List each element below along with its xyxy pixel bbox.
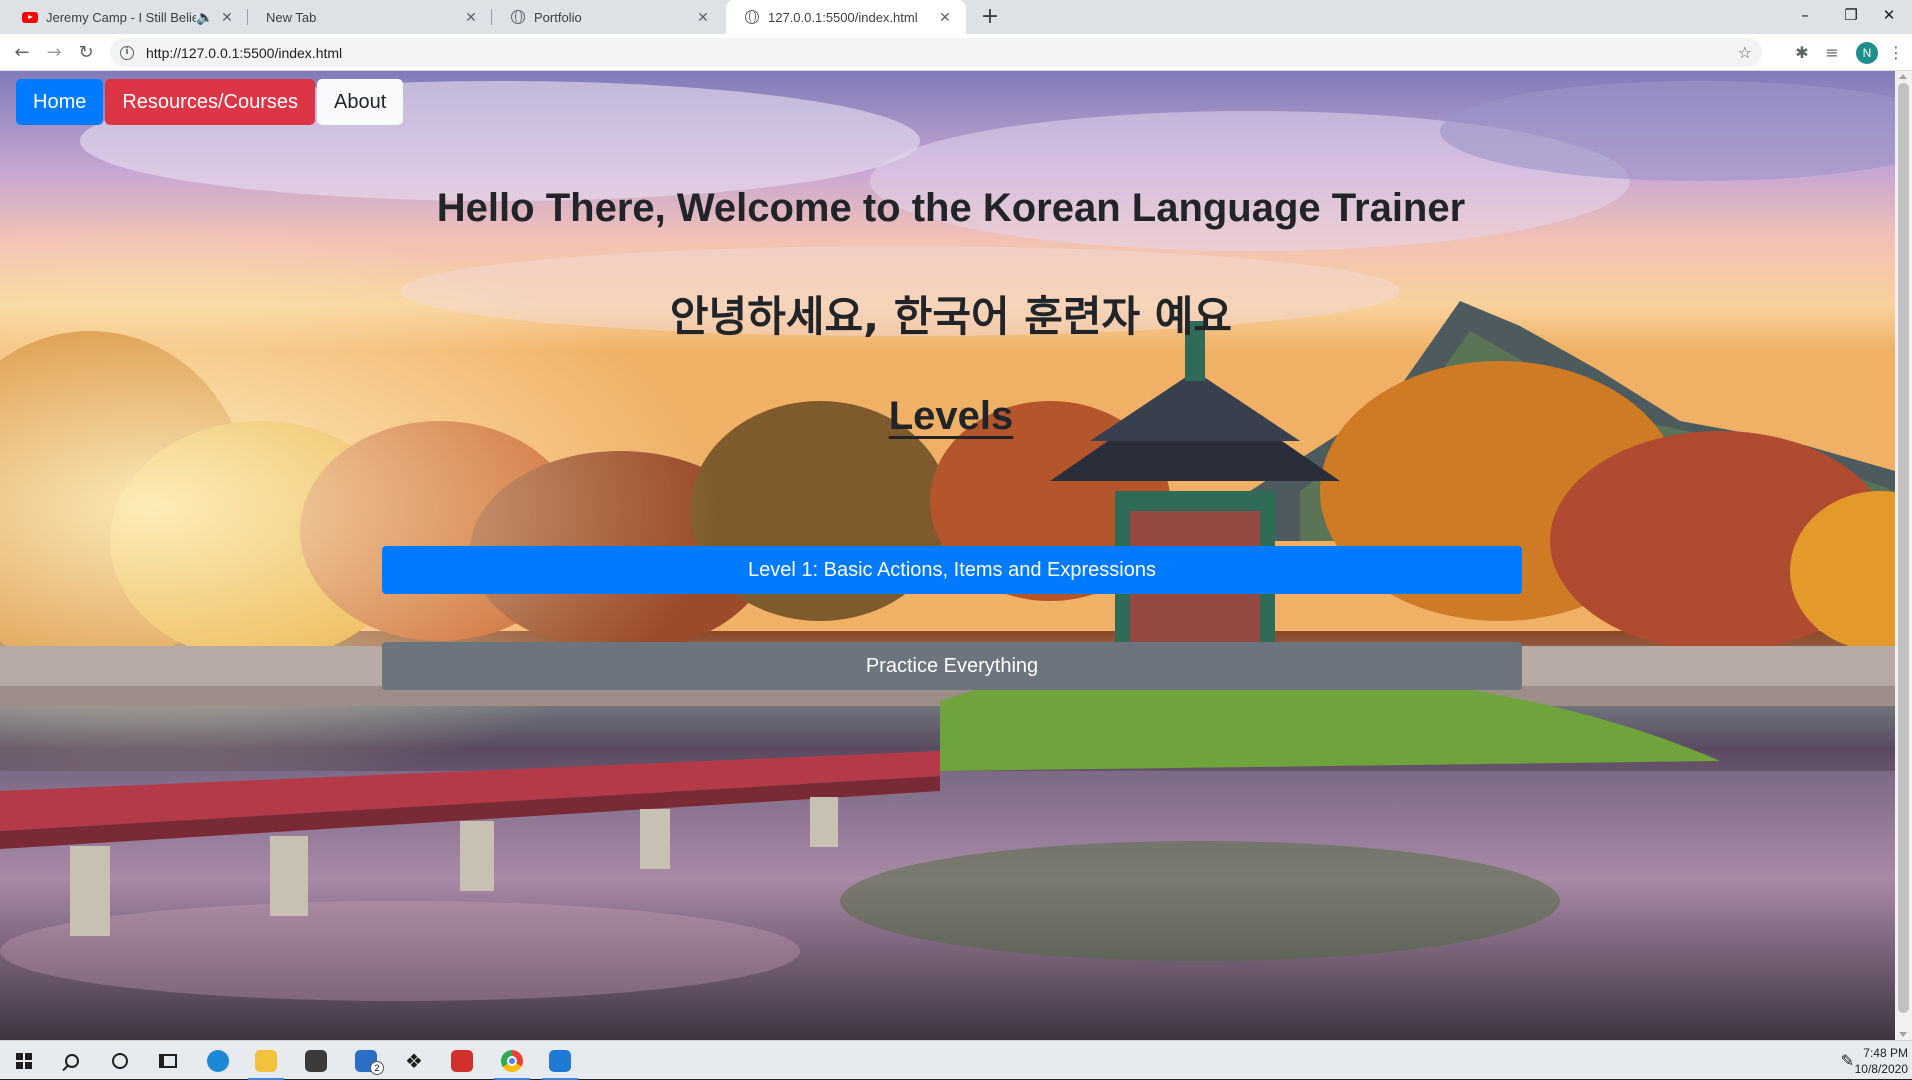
home-button[interactable]: Home [16, 79, 104, 125]
slides-app-icon[interactable] [438, 1041, 486, 1080]
media-queue-icon[interactable]: ≡ [1822, 43, 1842, 63]
youtube-icon [22, 9, 38, 25]
forward-arrow-icon[interactable]: → [40, 39, 68, 67]
resources-courses-button[interactable]: Resources/Courses [105, 79, 315, 125]
tab-title: Portfolio [534, 9, 582, 25]
mail-icon[interactable]: 2 [342, 1041, 390, 1080]
clock-time: 7:48 PM [1863, 1046, 1908, 1060]
tab-close-icon[interactable]: ✕ [462, 9, 480, 26]
reload-icon[interactable]: ↻ [72, 39, 100, 67]
globe-icon [510, 9, 526, 25]
vscode-icon[interactable] [536, 1041, 584, 1080]
search-icon[interactable] [48, 1041, 96, 1080]
tab-close-icon[interactable]: ✕ [936, 9, 954, 26]
dropbox-icon[interactable]: ❖ [390, 1041, 438, 1080]
tab-title: 127.0.0.1:5500/index.html [768, 9, 918, 25]
tab-title: New Tab [266, 9, 317, 25]
pen-icon[interactable]: ✎ [1841, 1051, 1854, 1070]
menu-kebab-icon[interactable]: ⋮ [1886, 43, 1906, 63]
level-1-button[interactable]: Level 1: Basic Actions, Items and Expres… [382, 546, 1522, 594]
browser-toolbar: ← → ↻ i http://127.0.0.1:5500/index.html… [0, 34, 1912, 71]
page-title: Hello There, Welcome to the Korean Langu… [436, 186, 1466, 230]
browser-tabstrip: Jeremy Camp - I Still Believe 🔈 ✕ New Ta… [0, 0, 1912, 34]
practice-everything-button[interactable]: Practice Everything [382, 642, 1522, 690]
back-arrow-icon[interactable]: ← [8, 39, 36, 67]
bookmark-star-icon[interactable]: ☆ [1738, 43, 1752, 62]
tab-close-icon[interactable]: ✕ [694, 9, 712, 26]
system-clock[interactable]: 7:48 PM 10/8/2020 [1855, 1045, 1908, 1077]
tab-close-icon[interactable]: ✕ [218, 9, 236, 26]
korean-heading: 안녕하세요, 한국어 훈련자 예요 [669, 292, 1233, 341]
chrome-icon[interactable] [488, 1041, 536, 1080]
levels-heading: Levels [888, 394, 1014, 438]
site-info-icon[interactable]: i [120, 45, 134, 60]
url-text[interactable]: http://127.0.0.1:5500/index.html [146, 45, 342, 61]
new-tab-button[interactable]: + [976, 3, 1004, 31]
profile-avatar[interactable]: N [1856, 42, 1878, 64]
task-view-icon[interactable] [144, 1041, 192, 1080]
address-bar[interactable]: i http://127.0.0.1:5500/index.html ☆ [110, 38, 1762, 67]
close-window-button[interactable]: ✕ [1866, 0, 1912, 34]
page-viewport: Home Resources/Courses About Hello There… [0, 71, 1912, 1040]
minimize-button[interactable]: – [1782, 0, 1828, 34]
about-button[interactable]: About [316, 79, 404, 125]
file-explorer-icon[interactable] [242, 1041, 290, 1080]
site-nav: Home Resources/Courses About [16, 79, 404, 125]
tab-active-localhost[interactable]: 127.0.0.1:5500/index.html ✕ [726, 0, 966, 34]
tab-portfolio[interactable]: Portfolio ✕ [492, 0, 724, 34]
store-icon[interactable] [292, 1041, 340, 1080]
tab-new-tab[interactable]: New Tab ✕ [248, 0, 492, 34]
edge-icon[interactable] [194, 1041, 242, 1080]
globe-icon [744, 9, 760, 25]
tab-title: Jeremy Camp - I Still Believe [46, 9, 196, 25]
scroll-down-icon[interactable] [1899, 1032, 1907, 1037]
cortana-icon[interactable] [96, 1041, 144, 1080]
mail-badge: 2 [370, 1061, 384, 1075]
scroll-up-icon[interactable] [1899, 74, 1907, 79]
speaker-icon[interactable]: 🔈 [196, 9, 214, 26]
extensions-puzzle-icon[interactable]: ✱ [1792, 43, 1812, 63]
windows-taskbar: 2 ❖ ✎ 7:48 PM 10/8/2020 [0, 1040, 1912, 1080]
clock-date: 10/8/2020 [1854, 1062, 1908, 1076]
tab-youtube[interactable]: Jeremy Camp - I Still Believe 🔈 ✕ [4, 0, 248, 34]
windows-start-icon[interactable] [0, 1041, 48, 1080]
